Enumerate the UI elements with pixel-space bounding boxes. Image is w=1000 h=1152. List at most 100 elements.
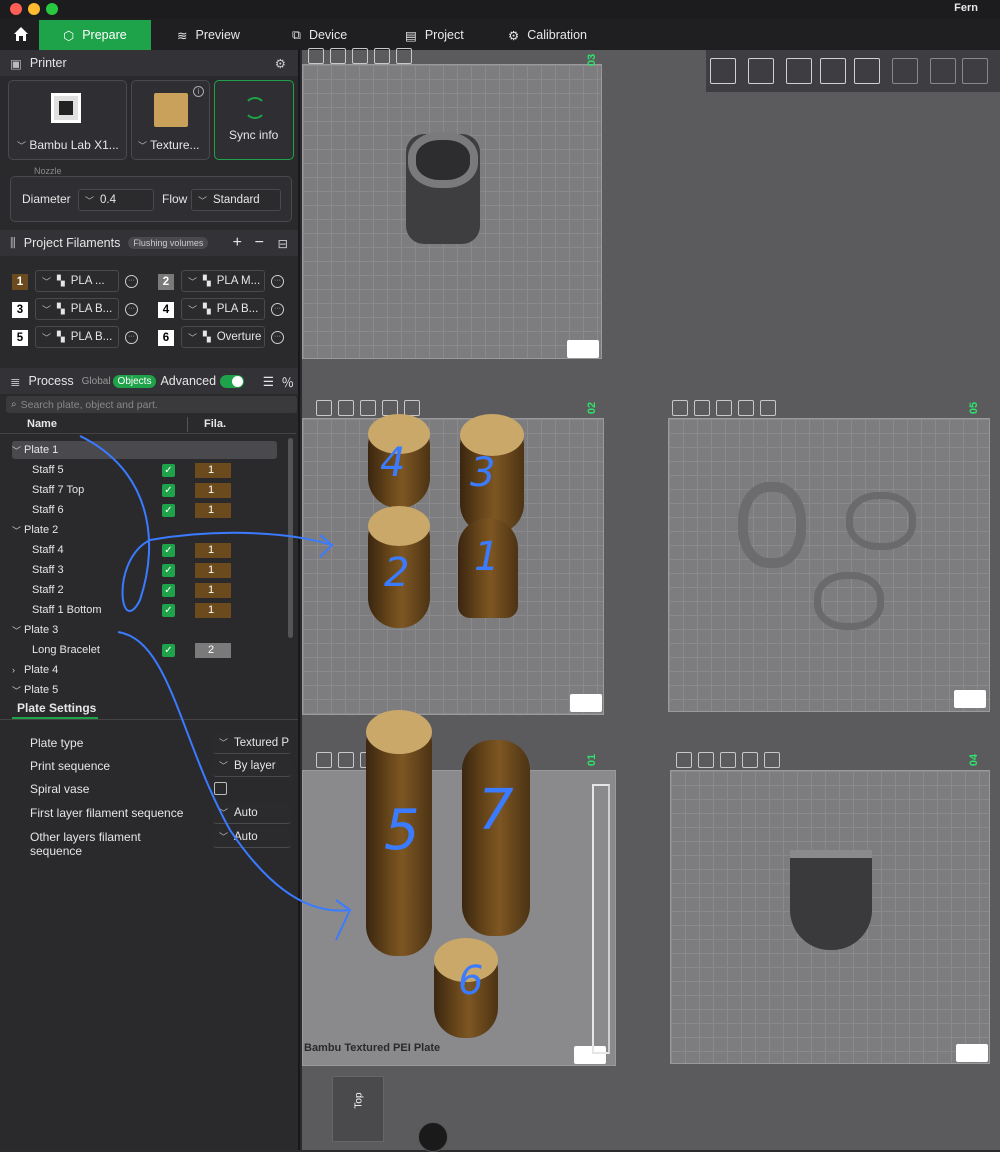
info-icon[interactable]: i: [193, 86, 204, 97]
search-input[interactable]: ⌕ Search plate, object and part.: [6, 396, 297, 413]
chevron-down-icon[interactable]: ﹀: [12, 684, 24, 697]
filament-index[interactable]: 1: [195, 562, 231, 578]
tree-plate-row[interactable]: › Plate 4: [12, 661, 277, 679]
filament-options-icon[interactable]: ···: [271, 275, 284, 288]
visible-checkbox[interactable]: ✓: [162, 563, 175, 577]
minimize-window-button[interactable]: [28, 3, 40, 15]
arrange-icon[interactable]: [316, 752, 332, 768]
filament-dropdown[interactable]: ﹀ ▚ PLA B...: [35, 326, 119, 348]
orient-icon[interactable]: [330, 48, 346, 64]
tree-plate-row[interactable]: ﹀ Plate 1: [12, 441, 277, 459]
percent-icon[interactable]: ％: [281, 372, 294, 391]
filament-dropdown[interactable]: ﹀ ▚ PLA M...: [181, 270, 265, 292]
filament-dropdown[interactable]: ﹀ ▚ PLA B...: [35, 298, 119, 320]
plate-settings-tab[interactable]: Plate Settings: [0, 698, 298, 720]
filament-options-icon[interactable]: ···: [125, 303, 138, 316]
plate-05[interactable]: [668, 418, 990, 712]
home-icon[interactable]: [12, 25, 30, 43]
filament-number[interactable]: 1: [12, 274, 28, 290]
tree-object-row[interactable]: Staff 4 ✓ 1: [12, 541, 277, 559]
tree-plate-row[interactable]: ﹀ Plate 5: [12, 681, 277, 699]
chevron-down-icon[interactable]: ﹀: [12, 444, 24, 457]
delete-plate-icon[interactable]: [672, 400, 688, 416]
3d-viewport[interactable]: 03 02 4 3 2 1 05 01 Bambu Textured PEI P…: [79, 48, 1000, 1152]
global-toggle[interactable]: Global: [82, 376, 111, 387]
plate-settings-icon[interactable]: [738, 400, 754, 416]
printer-select-card[interactable]: ﹀ Bambu Lab X1...: [8, 80, 127, 160]
plate-type-card[interactable]: i ﹀ Texture...: [131, 80, 210, 160]
tab-device[interactable]: ⧉ Device: [292, 20, 347, 50]
filament-index[interactable]: 1: [195, 582, 231, 598]
orient-icon[interactable]: [338, 752, 354, 768]
lock-icon[interactable]: [716, 400, 732, 416]
lock-icon[interactable]: [360, 400, 376, 416]
orient-icon[interactable]: [694, 400, 710, 416]
camera-fit-icon[interactable]: [418, 1122, 448, 1152]
auto-orient-icon[interactable]: [786, 58, 812, 84]
lock-icon[interactable]: [720, 752, 736, 768]
arrange-icon[interactable]: [820, 58, 846, 84]
filament-number[interactable]: 5: [12, 330, 28, 346]
tab-calibration[interactable]: ⚙ Calibration: [508, 20, 587, 50]
visible-checkbox[interactable]: ✓: [162, 483, 175, 497]
move-icon[interactable]: [930, 58, 956, 84]
filament-settings-icon[interactable]: ⊟: [278, 236, 288, 251]
plate-settings-icon[interactable]: [742, 752, 758, 768]
add-filament-icon[interactable]: +: [233, 234, 242, 252]
filament-number[interactable]: 4: [158, 302, 174, 318]
target-icon[interactable]: [760, 400, 776, 416]
gear-icon[interactable]: ⚙: [275, 56, 286, 71]
diameter-dropdown[interactable]: ﹀ 0.4: [78, 189, 154, 211]
flow-dropdown[interactable]: ﹀ Standard: [191, 189, 281, 211]
orient-icon[interactable]: [698, 752, 714, 768]
filament-options-icon[interactable]: ···: [271, 331, 284, 344]
split-icon[interactable]: [854, 58, 880, 84]
target-icon[interactable]: [396, 48, 412, 64]
object-tree-scrollbar[interactable]: [288, 438, 293, 638]
objects-toggle[interactable]: Objects: [112, 374, 157, 388]
plate-grid-icon[interactable]: [954, 690, 986, 708]
target-icon[interactable]: [764, 752, 780, 768]
plate-setting-dropdown[interactable]: ﹀ Auto: [213, 802, 291, 824]
tree-object-row[interactable]: Staff 3 ✓ 1: [12, 561, 277, 579]
plate-02[interactable]: [302, 418, 604, 715]
tree-object-row[interactable]: Long Bracelet ✓ 2: [12, 641, 277, 659]
remove-filament-icon[interactable]: −: [255, 234, 264, 252]
visible-checkbox[interactable]: ✓: [162, 643, 175, 657]
lock-icon[interactable]: [352, 48, 368, 64]
chevron-down-icon[interactable]: ﹀: [12, 524, 24, 537]
tab-preview[interactable]: ≋ Preview: [177, 20, 240, 50]
orient-icon[interactable]: [338, 400, 354, 416]
close-window-button[interactable]: [10, 3, 22, 15]
plate-setting-dropdown[interactable]: ﹀ Textured P: [213, 732, 291, 754]
filament-index[interactable]: 1: [195, 542, 231, 558]
tree-object-row[interactable]: Staff 1 Bottom ✓ 1: [12, 601, 277, 619]
tree-plate-row[interactable]: ﹀ Plate 3: [12, 621, 277, 639]
filament-index[interactable]: 1: [195, 502, 231, 518]
tree-plate-row[interactable]: ﹀ Plate 2: [12, 521, 277, 539]
zoom-window-button[interactable]: [46, 3, 58, 15]
plate-settings-icon[interactable]: [374, 48, 390, 64]
sync-info-button[interactable]: Sync info: [214, 80, 294, 160]
layers-icon[interactable]: [892, 58, 918, 84]
filament-number[interactable]: 2: [158, 274, 174, 290]
visible-checkbox[interactable]: ✓: [162, 603, 175, 617]
plate-grid-icon[interactable]: [956, 1044, 988, 1062]
tree-object-row[interactable]: Staff 6 ✓ 1: [12, 501, 277, 519]
plate-setting-dropdown[interactable]: ﹀ Auto: [213, 826, 291, 848]
filament-options-icon[interactable]: ···: [125, 275, 138, 288]
plate-setting-dropdown[interactable]: ﹀ By layer: [213, 755, 291, 777]
tab-prepare[interactable]: ⬡ Prepare: [39, 20, 151, 50]
visible-checkbox[interactable]: ✓: [162, 583, 175, 597]
chevron-right-icon[interactable]: ›: [12, 665, 24, 675]
filament-index[interactable]: 1: [195, 482, 231, 498]
chevron-down-icon[interactable]: ﹀: [12, 624, 24, 637]
filament-options-icon[interactable]: ···: [125, 331, 138, 344]
arrange-icon[interactable]: [316, 400, 332, 416]
flushing-volumes-button[interactable]: Flushing volumes: [128, 237, 209, 249]
add-object-icon[interactable]: [710, 58, 736, 84]
list-icon[interactable]: ☰: [263, 374, 274, 389]
delete-plate-icon[interactable]: [676, 752, 692, 768]
tree-object-row[interactable]: Staff 7 Top ✓ 1: [12, 481, 277, 499]
rotate-icon[interactable]: [962, 58, 988, 84]
